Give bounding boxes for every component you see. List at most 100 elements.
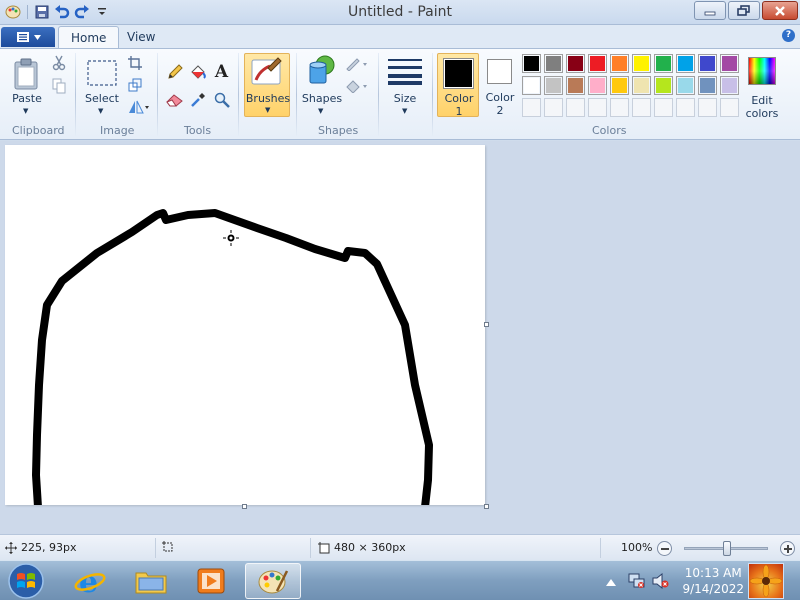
paint-menu-button[interactable] [1,27,55,47]
rotate-icon[interactable] [126,98,150,116]
taskbar-paint[interactable] [245,563,301,599]
palette-swatch[interactable] [588,76,607,95]
palette-swatch-empty[interactable] [632,98,651,117]
minimize-button[interactable] [694,1,726,20]
zoom-slider-thumb[interactable] [723,541,731,556]
palette-swatch[interactable] [588,54,607,73]
show-hidden-icons-button[interactable] [606,576,616,589]
drawing-content [32,209,433,511]
palette-swatch[interactable] [720,76,739,95]
tab-view[interactable]: View [115,26,167,49]
color-picker-icon [190,92,205,107]
palette-swatch-empty[interactable] [676,98,695,117]
color2-button[interactable]: Color 2 [481,53,519,117]
palette-swatch-empty[interactable] [522,98,541,117]
svg-text:e: e [79,566,98,596]
palette-swatch[interactable] [720,54,739,73]
paste-label: Paste [12,92,42,105]
magnifier-icon [214,92,230,108]
minus-icon [660,547,669,550]
resize-icon[interactable] [126,76,144,94]
palette-swatch[interactable] [566,76,585,95]
size-dropdown-arrow[interactable]: ▼ [402,107,407,115]
tab-home[interactable]: Home [58,26,120,49]
resize-handle-bottom[interactable] [242,504,247,509]
chevron-up-icon [606,579,616,586]
zoom-in-button[interactable] [780,541,795,556]
palette-swatch[interactable] [654,54,673,73]
palette-swatch[interactable] [632,54,651,73]
palette-swatch[interactable] [698,54,717,73]
palette-swatch[interactable] [676,76,695,95]
palette-swatch-empty[interactable] [588,98,607,117]
size-icon [388,59,422,85]
shapes-dropdown-arrow[interactable]: ▼ [318,107,323,115]
window-controls [694,1,798,20]
help-icon[interactable]: ? [782,29,795,42]
start-button[interactable] [4,562,48,600]
brushes-button[interactable]: Brushes ▼ [244,53,290,117]
size-button[interactable]: Size ▼ [384,55,426,115]
internet-explorer-icon: e [74,566,106,596]
text-tool-button[interactable]: A [211,61,232,82]
palette-swatch-empty[interactable] [698,98,717,117]
canvas-size-text: 480 × 360px [334,541,406,554]
palette-swatch[interactable] [610,54,629,73]
palette-swatch[interactable] [698,76,717,95]
paste-button[interactable]: Paste ▼ [10,55,44,115]
copy-icon[interactable] [50,77,68,95]
taskbar-media-player[interactable] [183,563,239,599]
resize-handle-corner[interactable] [484,504,489,509]
taskbar-file-explorer[interactable] [123,563,179,599]
color1-button[interactable]: Color 1 [437,53,479,118]
status-separator [600,538,601,558]
eraser-tool-button[interactable] [164,89,185,110]
shapes-button[interactable]: Shapes ▼ [302,55,342,115]
palette-swatch-empty[interactable] [654,98,673,117]
select-dropdown-arrow[interactable]: ▼ [98,107,103,115]
palette-swatch[interactable] [632,76,651,95]
shapes-icon [309,55,335,84]
magnifier-tool-button[interactable] [211,89,232,110]
clipboard-group-label: Clipboard [12,124,65,137]
close-button[interactable] [762,1,798,20]
crop-icon[interactable] [126,54,144,72]
volume-muted-icon[interactable] [652,572,670,592]
pencil-tool-button[interactable] [164,61,185,82]
palette-swatch[interactable] [566,54,585,73]
outline-icon[interactable] [344,55,370,73]
palette-swatch[interactable] [610,76,629,95]
palette-swatch[interactable] [654,76,673,95]
brushes-dropdown-arrow[interactable]: ▼ [265,106,270,114]
canvas-workspace[interactable] [0,141,800,534]
palette-swatch-empty[interactable] [720,98,739,117]
paste-dropdown-arrow[interactable]: ▼ [23,107,28,115]
resize-handle-right[interactable] [484,322,489,327]
fill-bucket-icon [190,64,206,79]
palette-swatch-empty[interactable] [610,98,629,117]
drawing-canvas[interactable] [5,145,485,511]
palette-swatch-empty[interactable] [566,98,585,117]
taskbar-internet-explorer[interactable]: e [62,563,118,599]
zoom-out-button[interactable] [657,541,672,556]
edit-colors-button[interactable]: Edit colors [744,55,780,120]
move-cursor-icon [5,541,17,554]
network-icon[interactable] [628,573,646,592]
show-desktop-button[interactable] [748,563,784,599]
restore-button[interactable] [728,1,760,20]
color-picker-tool-button[interactable] [187,89,208,110]
cut-icon[interactable] [50,54,68,72]
palette-swatch[interactable] [676,54,695,73]
system-clock[interactable]: 10:13 AM 9/14/2022 [682,565,744,597]
fill-icon[interactable] [344,77,370,95]
color1-swatch [445,60,472,87]
fill-tool-button[interactable] [187,61,208,82]
select-button[interactable]: Select ▼ [84,55,120,115]
palette-swatch[interactable] [522,54,541,73]
palette-swatch[interactable] [522,76,541,95]
palette-swatch-empty[interactable] [544,98,563,117]
chevron-down-icon [33,34,41,40]
clock-time: 10:13 AM [684,566,742,580]
palette-swatch[interactable] [544,54,563,73]
palette-swatch[interactable] [544,76,563,95]
